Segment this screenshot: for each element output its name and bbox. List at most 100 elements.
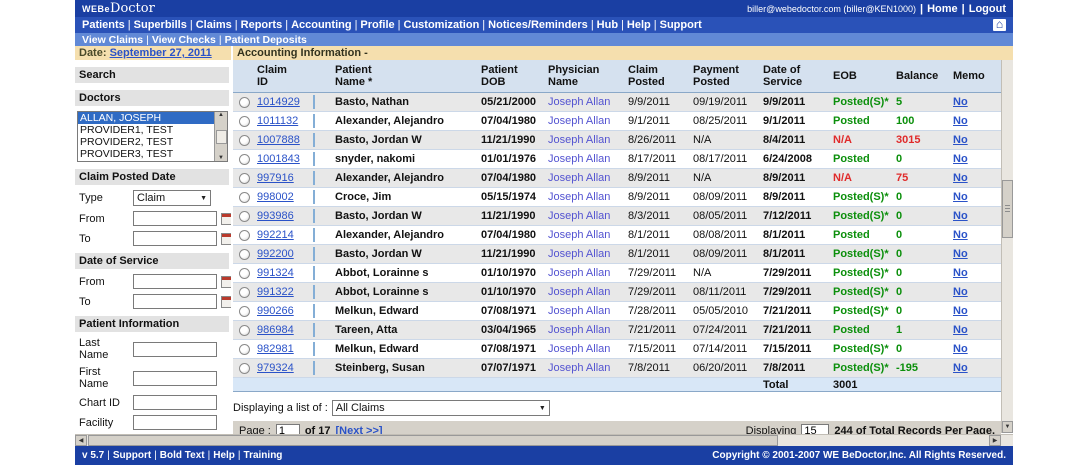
row-select-radio[interactable] <box>239 96 250 108</box>
memo-link[interactable]: No <box>953 153 968 165</box>
submenu-item-view-claims[interactable]: View Claims <box>82 34 143 46</box>
row-select-radio[interactable] <box>239 362 250 374</box>
claim-id-link[interactable]: 998002 <box>257 191 294 203</box>
menu-item-superbills[interactable]: Superbills <box>134 19 187 31</box>
row-select-radio[interactable] <box>239 286 250 298</box>
logout-link[interactable]: Logout <box>969 3 1006 15</box>
horizontal-scrollbar[interactable]: ◀ ▶ <box>75 434 1013 446</box>
calendar-icon[interactable] <box>221 275 231 288</box>
menu-item-patients[interactable]: Patients <box>82 19 125 31</box>
calendar-icon[interactable] <box>221 232 231 245</box>
claim-id-link[interactable]: 986984 <box>257 324 294 336</box>
row-select-radio[interactable] <box>239 172 250 184</box>
claim-id-link[interactable]: 993986 <box>257 210 294 222</box>
dos-from-input[interactable] <box>133 274 217 289</box>
claim-id-link[interactable]: 982981 <box>257 343 294 355</box>
row-select-radio[interactable] <box>239 115 250 127</box>
doctor-option-provider1-test[interactable]: PROVIDER1, TEST <box>78 124 227 136</box>
memo-link[interactable]: No <box>953 172 968 184</box>
memo-link[interactable]: No <box>953 305 968 317</box>
last-name-input[interactable] <box>133 341 217 357</box>
row-select-radio[interactable] <box>239 343 250 355</box>
scroll-right-icon[interactable]: ▶ <box>989 435 1001 446</box>
scrollbar-thumb[interactable] <box>215 129 227 144</box>
claim-id-link[interactable]: 1001843 <box>257 153 300 165</box>
claim-id-link[interactable]: 992214 <box>257 229 294 241</box>
menu-item-claims[interactable]: Claims <box>196 19 232 31</box>
memo-link[interactable]: No <box>953 115 968 127</box>
memo-link[interactable]: No <box>953 286 968 298</box>
footer-link-training[interactable]: Training <box>244 450 283 461</box>
memo-link[interactable]: No <box>953 343 968 355</box>
row-select-radio[interactable] <box>239 229 250 241</box>
row-select-radio[interactable] <box>239 153 250 165</box>
doctor-option-allan-joseph[interactable]: ALLAN, JOSEPH <box>78 112 227 124</box>
memo-link[interactable]: No <box>953 134 968 146</box>
calendar-icon[interactable] <box>221 295 231 308</box>
menu-item-hub[interactable]: Hub <box>597 19 618 31</box>
calendar-icon[interactable] <box>221 212 231 225</box>
claim-id-link[interactable]: 991322 <box>257 286 294 298</box>
claim-id-link[interactable]: 990266 <box>257 305 294 317</box>
memo-link[interactable]: No <box>953 96 968 108</box>
row-select-radio[interactable] <box>239 305 250 317</box>
memo-link[interactable]: No <box>953 191 968 203</box>
footer-link-v-5-7[interactable]: v 5.7 <box>82 450 104 461</box>
patient-name: Melkun, Edward <box>335 305 419 317</box>
cpd-from-input[interactable] <box>133 211 217 226</box>
claim-id-link[interactable]: 1014929 <box>257 96 300 108</box>
listbox-scrollbar[interactable]: ▲ ▼ <box>214 112 227 161</box>
claims-filter-select[interactable]: All Claims ▼ <box>331 400 550 416</box>
row-select-radio[interactable] <box>239 324 250 336</box>
memo-link[interactable]: No <box>953 267 968 279</box>
claim-flag-cell <box>313 133 335 147</box>
scrollbar-thumb[interactable] <box>1002 180 1013 238</box>
scroll-down-icon[interactable]: ▼ <box>218 155 224 161</box>
submenu-item-view-checks[interactable]: View Checks <box>152 34 216 46</box>
home-icon[interactable]: ⌂ <box>993 18 1006 31</box>
doctor-option-provider3-test[interactable]: PROVIDER3, TEST <box>78 148 227 160</box>
doctors-listbox[interactable]: ALLAN, JOSEPH PROVIDER1, TEST PROVIDER2, T… <box>77 111 228 162</box>
claim-id-link[interactable]: 992200 <box>257 248 294 260</box>
menu-item-support[interactable]: Support <box>660 19 702 31</box>
facility-input[interactable] <box>133 415 217 430</box>
dos-to-input[interactable] <box>133 294 217 309</box>
memo-link[interactable]: No <box>953 248 968 260</box>
claim-id-link[interactable]: 1011132 <box>257 115 298 127</box>
claim-id-link[interactable]: 991324 <box>257 267 294 279</box>
menu-item-notices-reminders[interactable]: Notices/Reminders <box>488 19 588 31</box>
claim-type-select[interactable]: Claim ▼ <box>133 190 211 206</box>
footer-link-bold-text[interactable]: Bold Text <box>160 450 205 461</box>
claim-id-link[interactable]: 979324 <box>257 362 294 374</box>
first-name-input[interactable] <box>133 370 217 386</box>
row-select-radio[interactable] <box>239 134 250 146</box>
row-select-radio[interactable] <box>239 267 250 279</box>
claim-id-link[interactable]: 1007888 <box>257 134 300 146</box>
chart-id-input[interactable] <box>133 395 217 410</box>
footer-link-support[interactable]: Support <box>113 450 151 461</box>
footer-link-help[interactable]: Help <box>213 450 235 461</box>
menu-item-customization[interactable]: Customization <box>404 19 480 31</box>
home-link[interactable]: Home <box>927 3 958 15</box>
doctor-option-provider2-test[interactable]: PROVIDER2, TEST <box>78 136 227 148</box>
memo-link[interactable]: No <box>953 324 968 336</box>
menu-item-accounting[interactable]: Accounting <box>291 19 352 31</box>
memo-link[interactable]: No <box>953 229 968 241</box>
row-select-radio[interactable] <box>239 248 250 260</box>
cpd-to-input[interactable] <box>133 231 217 246</box>
submenu-item-patient-deposits[interactable]: Patient Deposits <box>225 34 307 46</box>
memo-link[interactable]: No <box>953 362 968 374</box>
row-select-radio[interactable] <box>239 210 250 222</box>
vertical-scrollbar[interactable]: ▼ <box>1001 60 1013 433</box>
claim-id-link[interactable]: 997916 <box>257 172 294 184</box>
scroll-left-icon[interactable]: ◀ <box>75 435 87 446</box>
menu-item-profile[interactable]: Profile <box>360 19 394 31</box>
scrollbar-thumb[interactable] <box>88 435 778 446</box>
menu-item-reports[interactable]: Reports <box>241 19 283 31</box>
date-link[interactable]: September 27, 2011 <box>110 47 212 59</box>
row-select-radio[interactable] <box>239 191 250 203</box>
scroll-up-icon[interactable]: ▲ <box>218 112 224 118</box>
memo-link[interactable]: No <box>953 210 968 222</box>
scroll-down-icon[interactable]: ▼ <box>1002 421 1013 433</box>
menu-item-help[interactable]: Help <box>627 19 651 31</box>
